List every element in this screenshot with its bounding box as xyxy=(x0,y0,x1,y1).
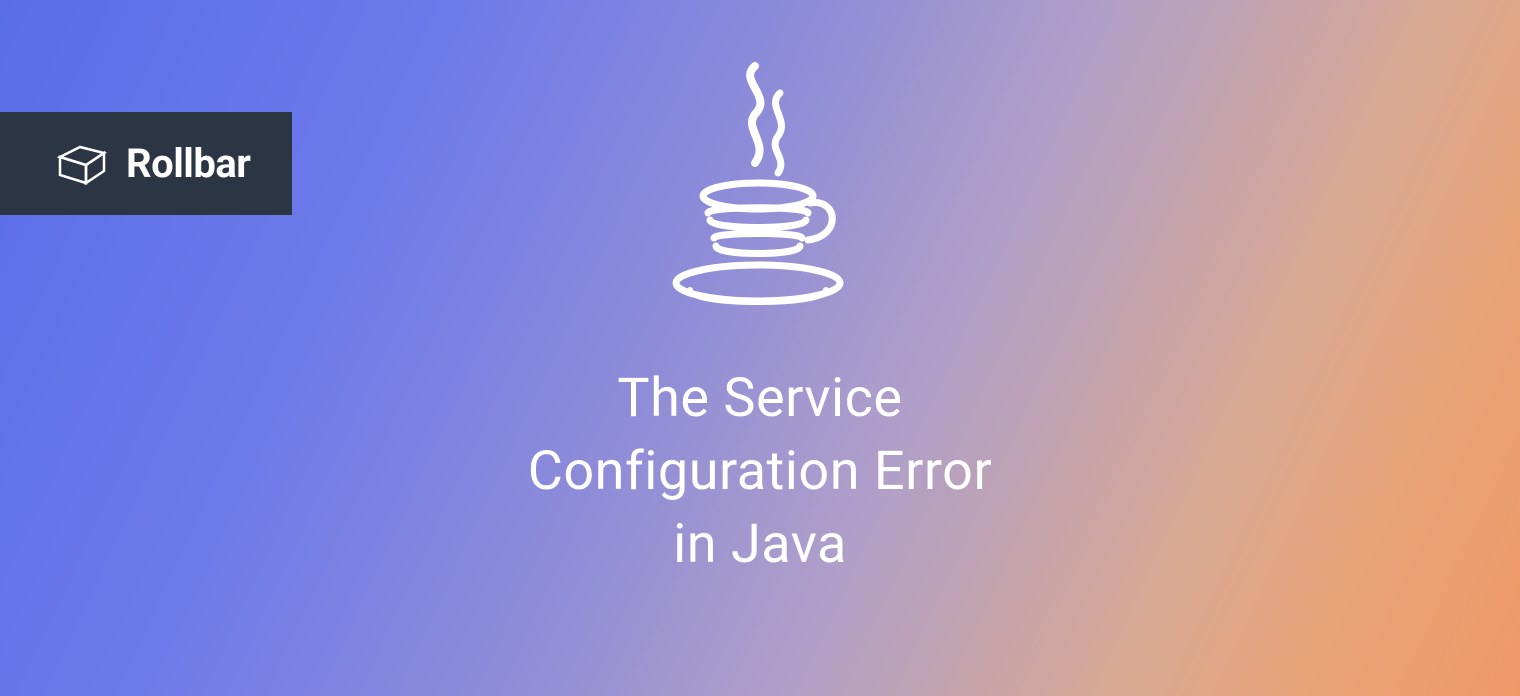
hero-content: The Service Configuration Error in Java xyxy=(0,58,1520,582)
title-line-2: Configuration Error xyxy=(528,436,993,509)
title-line-3: in Java xyxy=(528,509,993,582)
title-line-1: The Service xyxy=(528,363,993,436)
java-icon xyxy=(660,58,860,328)
hero-title: The Service Configuration Error in Java xyxy=(528,363,993,582)
